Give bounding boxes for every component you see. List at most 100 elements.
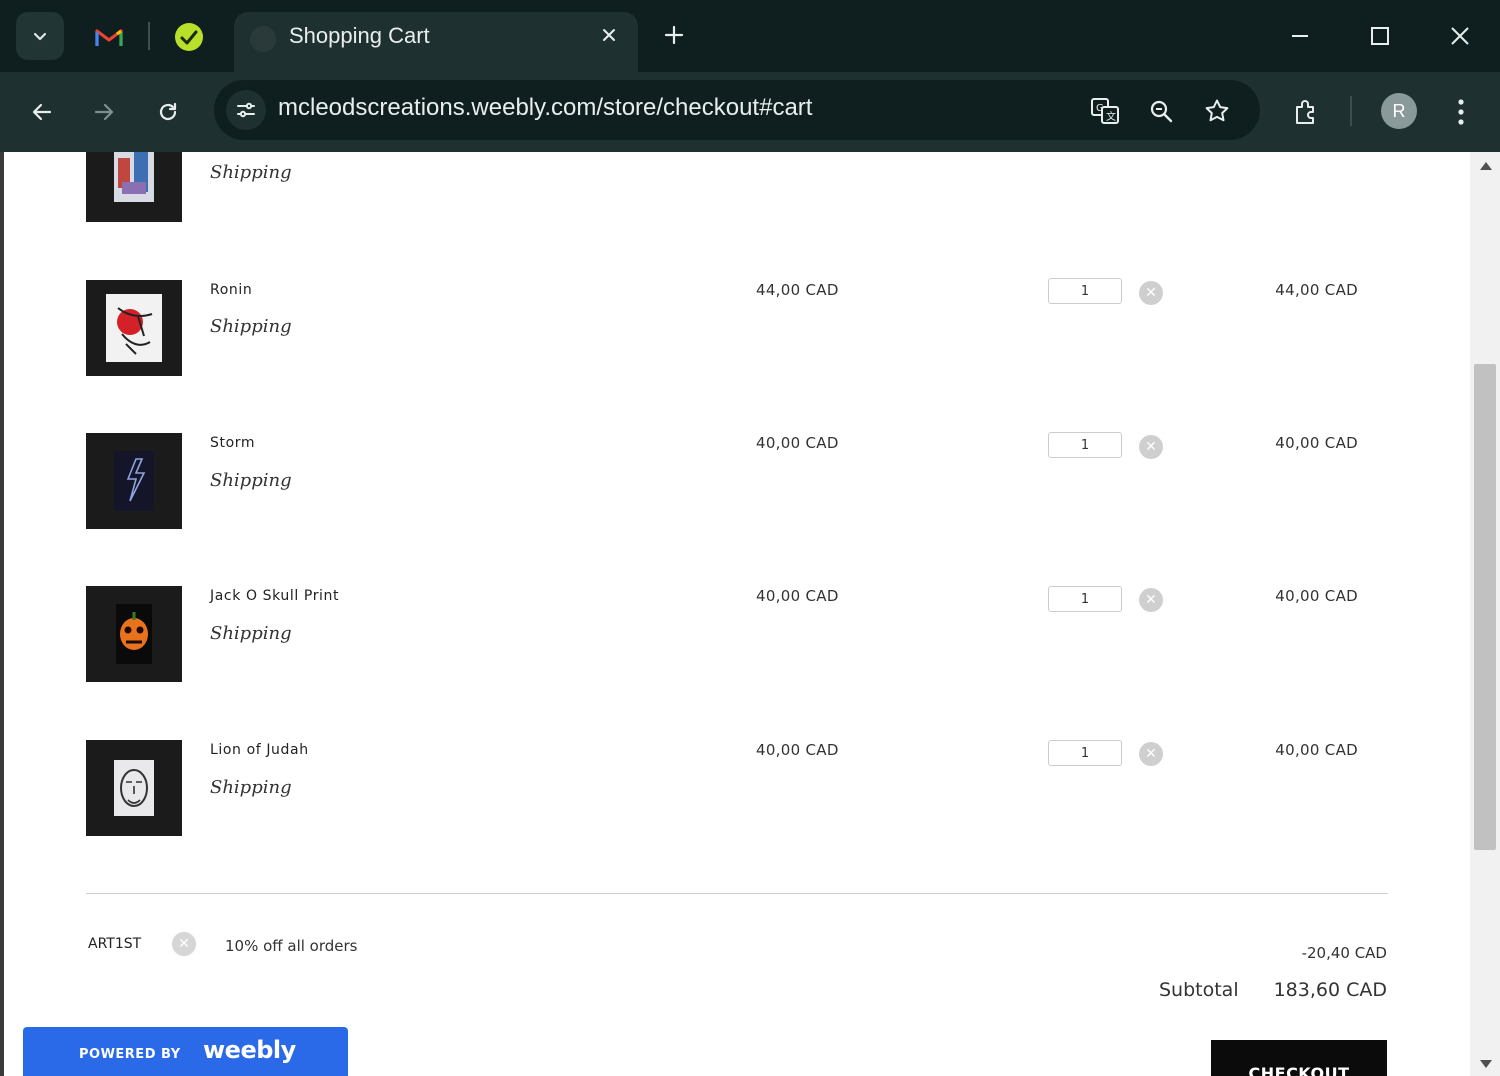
artwork-image xyxy=(114,760,154,816)
browser-menu-button[interactable] xyxy=(1446,92,1476,132)
artwork-image xyxy=(106,294,162,362)
url-text[interactable]: mcleodscreations.weebly.com/store/checko… xyxy=(278,94,812,122)
item-thumbnail[interactable] xyxy=(86,280,182,376)
quantity-input[interactable] xyxy=(1048,432,1122,458)
subtotal-label: Subtotal xyxy=(1159,979,1239,1001)
powered-by-label: POWERED BY xyxy=(79,1047,181,1062)
item-name[interactable]: Jack O Skull Print xyxy=(210,588,339,604)
scroll-up-arrow[interactable] xyxy=(1480,162,1492,170)
artwork-image xyxy=(114,152,154,202)
site-info-button[interactable] xyxy=(226,90,266,130)
remove-item-button[interactable]: ✕ xyxy=(1139,742,1163,766)
scrollbar-thumb[interactable] xyxy=(1474,364,1496,850)
close-icon xyxy=(1451,27,1469,45)
zoom-icon xyxy=(1150,100,1173,123)
item-price: 40,00 CAD xyxy=(756,587,839,605)
arrow-right-icon xyxy=(94,103,114,121)
tab-search-button[interactable] xyxy=(16,12,64,60)
close-window-button[interactable] xyxy=(1440,16,1480,56)
cart-item-row: Storm 40,00 CAD ✕ 40,00 CAD xyxy=(0,418,1470,572)
gmail-pinned-tab[interactable] xyxy=(86,14,132,60)
extensions-button[interactable] xyxy=(1284,90,1328,134)
toolbar-separator xyxy=(1350,96,1352,126)
svg-text:文: 文 xyxy=(1106,110,1116,123)
remove-item-button[interactable]: ✕ xyxy=(1139,435,1163,459)
item-line-total: 40,00 CAD xyxy=(1275,741,1358,759)
close-icon: ✕ xyxy=(1145,746,1157,762)
page-scrollbar[interactable] xyxy=(1470,152,1500,1076)
remove-item-button[interactable]: ✕ xyxy=(1139,588,1163,612)
item-name[interactable]: Lion of Judah xyxy=(210,742,309,758)
item-shipping-label: Shipping xyxy=(210,623,292,644)
new-tab-button[interactable] xyxy=(658,18,690,52)
translate-button[interactable]: G文 xyxy=(1088,94,1122,128)
arrow-left-icon xyxy=(32,103,52,121)
item-line-total: 44,00 CAD xyxy=(1275,281,1358,299)
item-thumbnail[interactable] xyxy=(86,152,182,222)
plus-icon xyxy=(664,25,684,45)
subtotal-value: 183,60 CAD xyxy=(1273,979,1387,1001)
forward-button[interactable] xyxy=(82,90,126,134)
cart-divider xyxy=(86,893,1388,894)
zoom-button[interactable] xyxy=(1144,94,1178,128)
browser-tab-strip: Shopping Cart xyxy=(0,0,1500,72)
more-vertical-icon xyxy=(1458,99,1464,125)
address-bar[interactable]: mcleodscreations.weebly.com/store/checko… xyxy=(214,80,1260,140)
item-price: 44,00 CAD xyxy=(756,281,839,299)
item-line-total: 40,00 CAD xyxy=(1275,587,1358,605)
reload-icon xyxy=(159,102,177,121)
item-thumbnail[interactable] xyxy=(86,433,182,529)
coupon-description: 10% off all orders xyxy=(225,937,358,955)
close-icon: ✕ xyxy=(1145,285,1157,301)
close-icon: ✕ xyxy=(1145,592,1157,608)
tab-title: Shopping Cart xyxy=(289,23,430,48)
artwork-image xyxy=(116,604,152,664)
svg-text:G: G xyxy=(1096,103,1104,114)
item-shipping-label: Shipping xyxy=(210,777,292,798)
cart-item-row: Lion of Judah 40,00 CAD ✕ 40,00 CAD xyxy=(0,726,1470,880)
artwork-image xyxy=(114,451,154,511)
item-name[interactable]: Ronin xyxy=(210,282,252,298)
quantity-input[interactable] xyxy=(1048,278,1122,304)
site-favicon xyxy=(250,26,276,52)
chevron-down-icon xyxy=(33,32,47,41)
maximize-button[interactable] xyxy=(1360,16,1400,56)
coupon-code: ART1ST xyxy=(88,936,142,952)
cart-item-row: Ronin 44,00 CAD ✕ 44,00 CAD xyxy=(0,264,1470,418)
pinned-tab-separator xyxy=(148,22,150,50)
page-viewport: Shipping Ronin 44,00 CAD ✕ 44,00 CAD Sto… xyxy=(0,152,1500,1076)
tab-shopping-cart[interactable]: Shopping Cart xyxy=(234,12,638,72)
remove-item-button[interactable]: ✕ xyxy=(1139,281,1163,305)
item-thumbnail[interactable] xyxy=(86,740,182,836)
gmail-icon xyxy=(95,29,123,46)
quantity-input[interactable] xyxy=(1048,586,1122,612)
green-app-icon xyxy=(175,23,203,51)
close-icon: ✕ xyxy=(1145,439,1157,455)
cart-item-row: Jack O Skull Print 40,00 CAD ✕ 40,00 CAD xyxy=(0,572,1470,726)
scroll-down-arrow[interactable] xyxy=(1480,1060,1492,1068)
maximize-icon xyxy=(1371,27,1389,45)
close-tab-button[interactable] xyxy=(596,22,622,48)
weebly-logo: weebly xyxy=(203,1036,296,1064)
bookmark-button[interactable] xyxy=(1200,94,1234,128)
close-icon: ✕ xyxy=(178,936,190,952)
remove-coupon-button[interactable]: ✕ xyxy=(172,932,196,956)
item-shipping-label: Shipping xyxy=(210,470,292,491)
item-thumbnail[interactable] xyxy=(86,586,182,682)
back-button[interactable] xyxy=(20,90,64,134)
checkout-button[interactable]: CHECKOUT xyxy=(1211,1040,1387,1076)
extension-pinned-tab[interactable] xyxy=(166,14,212,60)
item-shipping-label: Shipping xyxy=(210,162,292,183)
powered-by-weebly-badge[interactable]: POWERED BY weebly xyxy=(23,1027,348,1076)
item-line-total: 40,00 CAD xyxy=(1275,434,1358,452)
item-price: 40,00 CAD xyxy=(756,741,839,759)
profile-avatar[interactable]: R xyxy=(1381,93,1417,129)
tune-icon xyxy=(237,102,255,118)
close-icon xyxy=(603,29,615,41)
minimize-button[interactable] xyxy=(1280,16,1320,56)
reload-button[interactable] xyxy=(146,90,190,134)
item-name[interactable]: Storm xyxy=(210,435,255,451)
minimize-icon xyxy=(1292,35,1308,37)
quantity-input[interactable] xyxy=(1048,740,1122,766)
browser-toolbar: mcleodscreations.weebly.com/store/checko… xyxy=(0,72,1500,152)
